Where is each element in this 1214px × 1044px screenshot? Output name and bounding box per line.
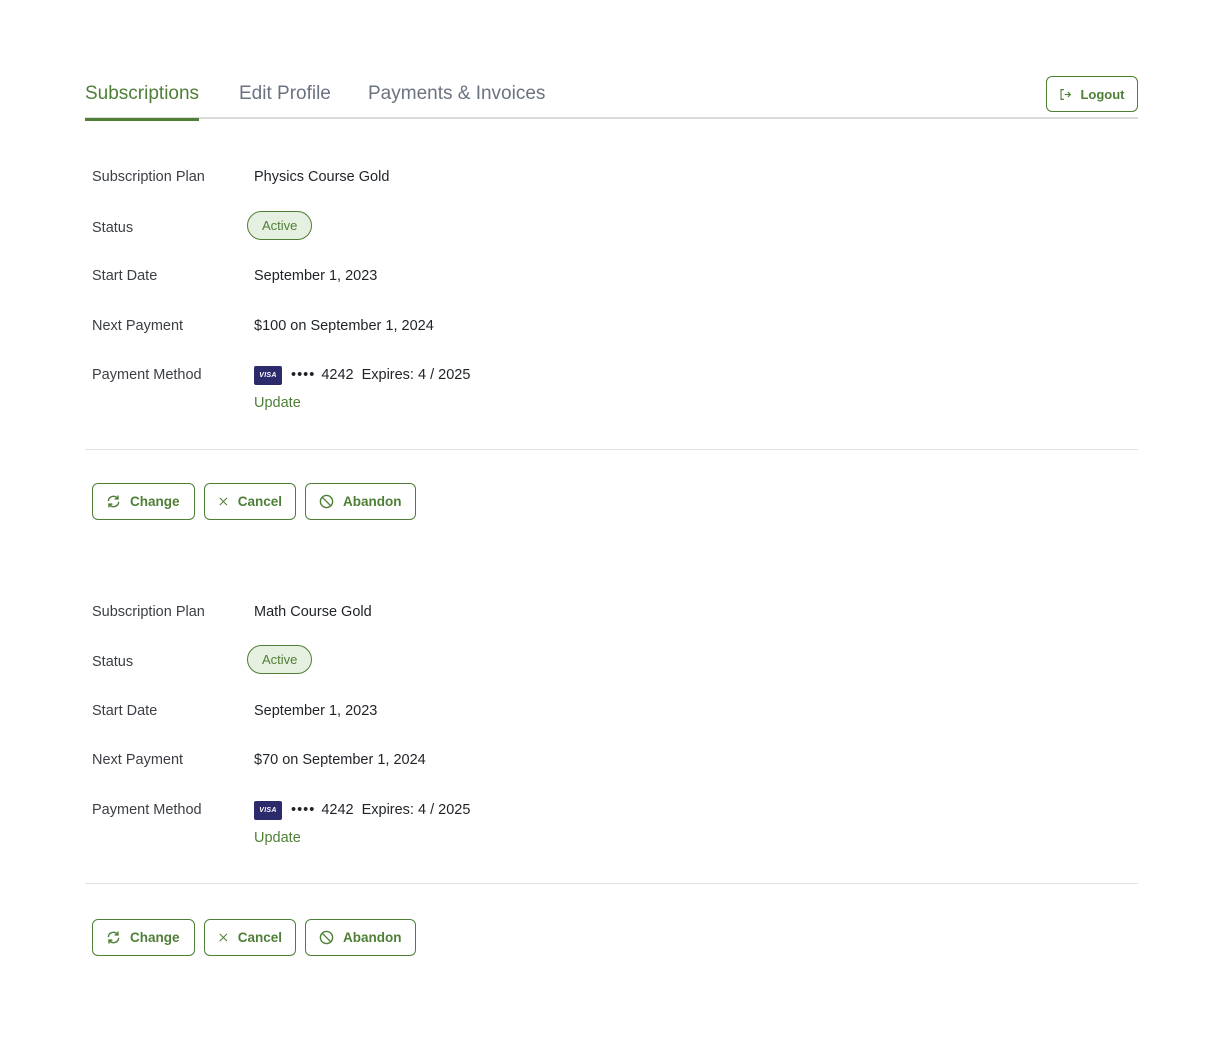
card-last4: 4242 <box>321 802 354 818</box>
update-payment-link[interactable]: Update <box>254 830 301 846</box>
plan-row: Subscription Plan Physics Course Gold <box>92 166 389 188</box>
card-expiry: Expires: 4 / 2025 <box>361 367 471 383</box>
tab-edit-profile[interactable]: Edit Profile <box>239 83 331 119</box>
next-payment-row: Next Payment $100 on September 1, 2024 <box>92 315 434 337</box>
plan-value: Physics Course Gold <box>254 169 390 185</box>
card-last4: 4242 <box>321 367 354 383</box>
abandon-label: Abandon <box>343 494 402 509</box>
ban-icon <box>319 494 334 509</box>
cancel-button[interactable]: Cancel <box>204 483 296 520</box>
divider <box>85 449 1138 450</box>
tab-payments-invoices[interactable]: Payments & Invoices <box>368 83 545 119</box>
tab-bar: Subscriptions Edit Profile Payments & In… <box>85 76 1138 121</box>
start-date-value: September 1, 2023 <box>254 703 378 719</box>
card-dots: •••• <box>291 367 316 383</box>
subscription-card: Subscription Plan Physics Course Gold St… <box>85 166 1138 526</box>
subscription-actions: Change Cancel Abandon <box>92 919 416 956</box>
next-payment-value: $100 on September 1, 2024 <box>254 318 434 334</box>
close-icon <box>219 933 228 942</box>
close-icon <box>219 497 228 506</box>
status-label: Status <box>92 654 134 670</box>
tab-subscriptions[interactable]: Subscriptions <box>85 83 200 121</box>
start-date-label: Start Date <box>92 268 158 284</box>
payment-method-row: Payment Method VISA •••• 4242 Expires: 4… <box>92 799 470 821</box>
logout-button[interactable]: Logout <box>1046 76 1138 112</box>
next-payment-label: Next Payment <box>92 752 184 768</box>
update-payment-link[interactable]: Update <box>254 395 301 411</box>
payment-method-label: Payment Method <box>92 802 202 818</box>
payment-method-row: Payment Method VISA •••• 4242 Expires: 4… <box>92 364 470 386</box>
abandon-button[interactable]: Abandon <box>305 919 416 956</box>
cancel-label: Cancel <box>237 930 282 945</box>
plan-value: Math Course Gold <box>254 604 372 620</box>
ban-icon <box>319 930 334 945</box>
card-dots: •••• <box>291 802 316 818</box>
visa-card-icon: VISA <box>254 365 282 385</box>
next-payment-label: Next Payment <box>92 318 184 334</box>
divider <box>85 883 1138 884</box>
cancel-label: Cancel <box>237 494 282 509</box>
change-button[interactable]: Change <box>92 919 195 956</box>
status-row: Status Active <box>92 644 313 674</box>
next-payment-value: $70 on September 1, 2024 <box>254 752 426 768</box>
visa-card-icon: VISA <box>254 800 282 820</box>
status-badge: Active <box>247 644 313 674</box>
status-badge: Active <box>247 210 313 240</box>
start-date-label: Start Date <box>92 703 158 719</box>
next-payment-row: Next Payment $70 on September 1, 2024 <box>92 749 426 771</box>
abandon-label: Abandon <box>343 930 402 945</box>
refresh-icon <box>107 931 120 944</box>
cancel-button[interactable]: Cancel <box>204 919 296 956</box>
change-button[interactable]: Change <box>92 483 195 520</box>
start-date-row: Start Date September 1, 2023 <box>92 265 377 287</box>
plan-row: Subscription Plan Math Course Gold <box>92 601 372 623</box>
plan-label: Subscription Plan <box>92 604 205 620</box>
logout-label: Logout <box>1080 86 1125 102</box>
plan-label: Subscription Plan <box>92 169 205 185</box>
abandon-button[interactable]: Abandon <box>305 483 416 520</box>
payment-method-value: VISA •••• 4242 Expires: 4 / 2025 <box>254 365 471 385</box>
subscription-actions: Change Cancel Abandon <box>92 483 416 520</box>
start-date-row: Start Date September 1, 2023 <box>92 700 377 722</box>
logout-icon <box>1060 88 1072 100</box>
subscription-card: Subscription Plan Math Course Gold Statu… <box>85 601 1138 961</box>
status-label: Status <box>92 220 134 236</box>
refresh-icon <box>107 495 120 508</box>
card-expiry: Expires: 4 / 2025 <box>361 802 471 818</box>
change-label: Change <box>130 930 180 945</box>
payment-method-label: Payment Method <box>92 367 202 383</box>
change-label: Change <box>130 494 180 509</box>
start-date-value: September 1, 2023 <box>254 268 378 284</box>
status-row: Status Active <box>92 210 313 240</box>
payment-method-value: VISA •••• 4242 Expires: 4 / 2025 <box>254 800 471 820</box>
